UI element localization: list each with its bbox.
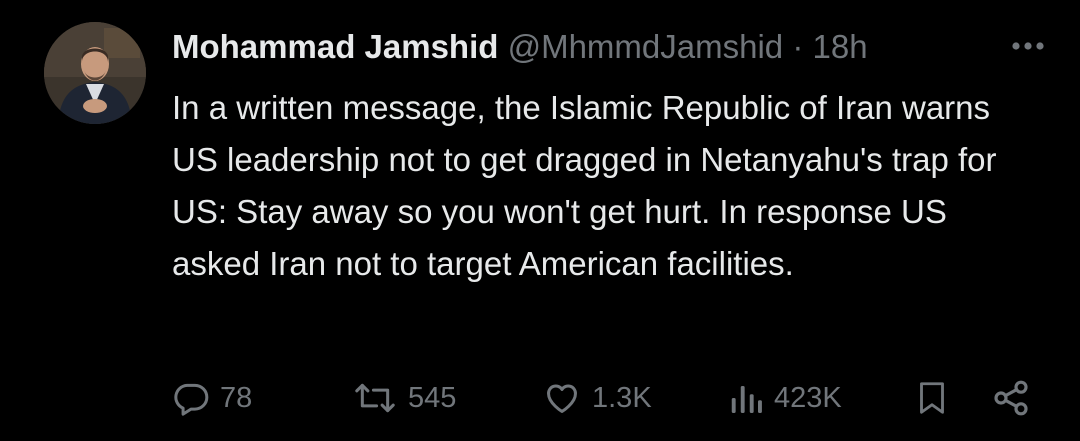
- action-bar: 78 545 1.3K 423K: [172, 370, 1042, 426]
- reply-count: 78: [220, 381, 253, 414]
- timestamp[interactable]: 18h: [813, 28, 868, 65]
- reply-icon: [172, 379, 210, 417]
- separator-dot: ·: [792, 28, 804, 65]
- bookmark-button[interactable]: [914, 370, 950, 426]
- like-button[interactable]: 1.3K: [542, 370, 652, 426]
- user-handle[interactable]: @MhmmdJamshid: [508, 28, 784, 65]
- like-count: 1.3K: [592, 381, 652, 414]
- bookmark-icon: [914, 378, 950, 418]
- views-count: 423K: [774, 381, 842, 414]
- display-name[interactable]: Mohammad Jamshid: [172, 28, 498, 65]
- share-icon: [990, 378, 1032, 418]
- views-icon: [728, 379, 764, 417]
- repost-count: 545: [408, 381, 457, 414]
- share-button[interactable]: [990, 370, 1032, 426]
- more-icon[interactable]: [1004, 24, 1052, 70]
- tweet-text: In a written message, the Islamic Republ…: [172, 89, 997, 282]
- avatar[interactable]: [44, 22, 146, 124]
- views-button[interactable]: 423K: [728, 370, 842, 426]
- repost-icon: [352, 379, 398, 417]
- tweet-header: Mohammad Jamshid @MhmmdJamshid · 18h: [172, 24, 1052, 70]
- repost-button[interactable]: 545: [352, 370, 456, 426]
- heart-icon: [542, 379, 582, 417]
- reply-button[interactable]: 78: [172, 370, 252, 426]
